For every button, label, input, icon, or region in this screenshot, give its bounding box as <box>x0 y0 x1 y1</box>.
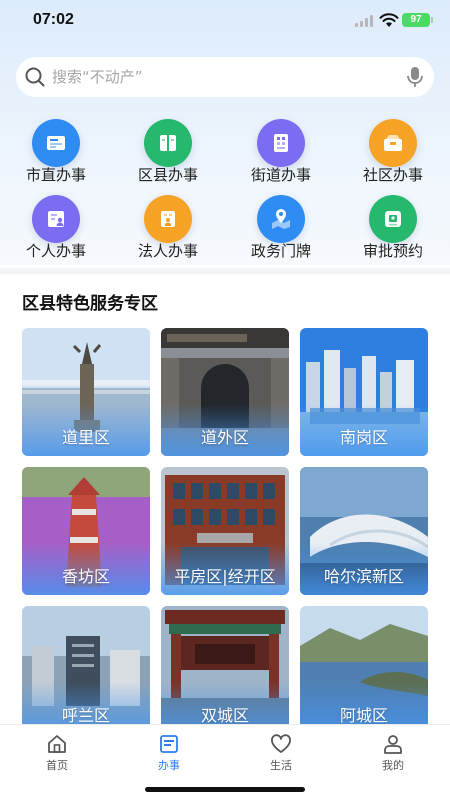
heart-icon <box>271 734 291 753</box>
tab-label: 生活 <box>270 759 292 772</box>
district-label: 香坊区 <box>61 567 110 586</box>
home-icon <box>48 735 66 753</box>
book-icon <box>144 119 192 167</box>
district-label: 平房区|经开区 <box>174 567 276 586</box>
service-item-personal[interactable]: 个人办事 <box>0 192 112 262</box>
service-label: 法人办事 <box>137 242 198 260</box>
district-card-acheng[interactable]: 阿城区 <box>300 606 428 734</box>
microphone-icon[interactable] <box>406 66 424 88</box>
district-label: 阿城区 <box>339 706 388 725</box>
user-icon <box>384 735 402 754</box>
tab-label: 我的 <box>382 759 404 772</box>
district-card-daowai[interactable]: 道外区 <box>161 328 289 456</box>
building-person-icon <box>144 195 192 243</box>
service-label: 区县办事 <box>137 166 198 184</box>
service-item-community[interactable]: 社区办事 <box>337 116 449 186</box>
status-time: 07:02 <box>33 11 74 28</box>
approval-card-icon <box>369 195 417 243</box>
district-card-xiangfang[interactable]: 香坊区 <box>22 467 150 595</box>
district-card-shuangcheng[interactable]: 双城区 <box>161 606 289 734</box>
document-card-icon <box>32 119 80 167</box>
service-label: 市直办事 <box>25 166 86 184</box>
status-bar: 07:02 97 <box>0 0 450 44</box>
document-icon <box>160 735 178 753</box>
district-label: 南岗区 <box>339 428 388 447</box>
district-card-pingfang[interactable]: 平房区|经开区 <box>161 467 289 595</box>
battery-indicator: 97 <box>402 13 433 27</box>
district-label: 哈尔滨新区 <box>323 567 404 586</box>
person-card-icon <box>32 195 80 243</box>
tab-services[interactable]: 办事 <box>134 731 204 775</box>
service-item-city[interactable]: 市直办事 <box>0 116 112 186</box>
district-label: 道里区 <box>61 428 110 447</box>
service-item-street[interactable]: 街道办事 <box>225 116 337 186</box>
service-label: 街道办事 <box>250 166 311 184</box>
district-label: 呼兰区 <box>61 706 110 725</box>
service-item-county[interactable]: 区县办事 <box>112 116 224 186</box>
search-icon <box>25 67 45 87</box>
service-item-doorplate[interactable]: 政务门牌 <box>225 192 337 262</box>
district-card-harbin-new-area[interactable]: 哈尔滨新区 <box>300 467 428 595</box>
tab-label: 办事 <box>158 759 180 772</box>
tab-profile[interactable]: 我的 <box>358 731 428 775</box>
wifi-icon <box>379 13 399 27</box>
map-pin-icon <box>257 195 305 243</box>
service-item-appointment[interactable]: 审批预约 <box>337 192 449 262</box>
section-divider <box>0 268 450 274</box>
service-item-legal-entity[interactable]: 法人办事 <box>112 192 224 262</box>
district-label: 道外区 <box>200 428 249 447</box>
briefcase-icon <box>369 119 417 167</box>
section-title: 区县特色服务专区 <box>22 294 158 314</box>
search-bar[interactable] <box>16 57 434 97</box>
signal-icon <box>355 15 375 27</box>
district-card-hulan[interactable]: 呼兰区 <box>22 606 150 734</box>
service-label: 审批预约 <box>362 242 423 260</box>
home-indicator <box>145 787 305 792</box>
tab-home[interactable]: 首页 <box>22 731 92 775</box>
grid-list-icon <box>257 119 305 167</box>
service-label: 社区办事 <box>362 166 423 184</box>
tab-life[interactable]: 生活 <box>246 731 316 775</box>
tab-label: 首页 <box>46 759 68 772</box>
district-label: 双城区 <box>200 706 249 725</box>
service-label: 个人办事 <box>25 242 86 260</box>
district-card-nangang[interactable]: 南岗区 <box>300 328 428 456</box>
search-input[interactable] <box>52 57 382 97</box>
district-card-daoli[interactable]: 道里区 <box>22 328 150 456</box>
service-label: 政务门牌 <box>250 242 311 260</box>
